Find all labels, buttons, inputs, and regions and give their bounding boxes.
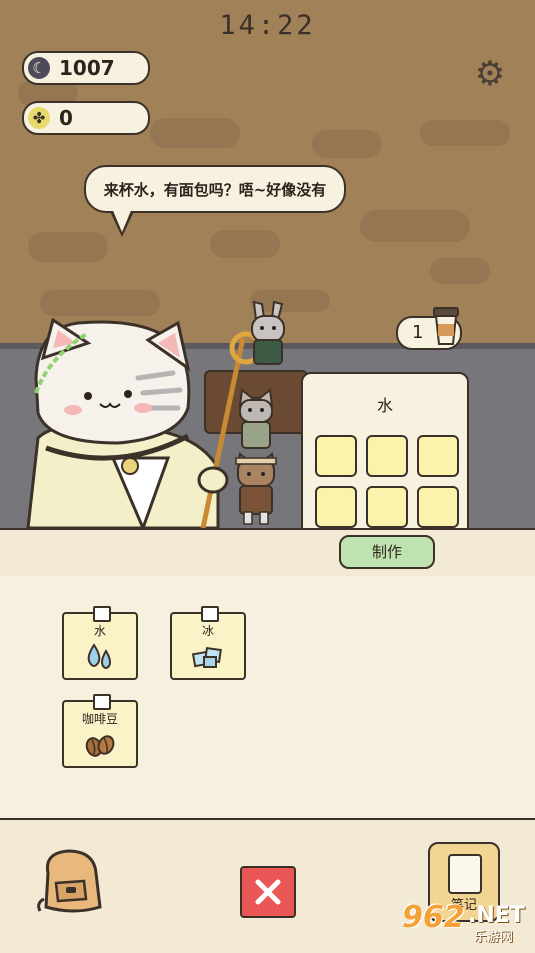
brown-cat-customer-illustration[interactable]	[232, 450, 280, 526]
make-button[interactable]: 制作	[339, 535, 435, 569]
watermark-logo: 962	[402, 900, 465, 935]
ingredient-slot-1[interactable]	[315, 435, 357, 477]
crafting-panel: 水	[301, 372, 469, 548]
moon-coin-counter: ☾ 1007	[22, 51, 150, 85]
close-button[interactable]	[240, 866, 296, 918]
crafting-target-name: 水	[376, 396, 393, 415]
ingredient-slot-6[interactable]	[417, 486, 459, 528]
clover-icon: ✤	[28, 107, 50, 129]
ingredient-panel: 水 冰 咖啡豆	[0, 576, 535, 818]
small-cat-customer-illustration[interactable]	[236, 388, 276, 450]
backpack-icon[interactable]	[34, 843, 108, 917]
moon-coin-value: 1007	[59, 56, 115, 80]
clover-coin-counter: ✤ 0	[22, 101, 150, 135]
status-clock: 14:22	[219, 10, 316, 41]
ingredient-card-ice[interactable]: 冰	[170, 606, 246, 680]
clip-icon	[93, 694, 111, 710]
customer-speech-text: 来杯水，有面包吗？唔~好像没有	[103, 180, 327, 199]
ingredient-label: 咖啡豆	[81, 712, 118, 726]
rabbit-customer-illustration[interactable]	[246, 300, 290, 366]
site-watermark: 962 .NET 乐游网	[396, 900, 528, 945]
clover-coin-value: 0	[59, 106, 73, 130]
counter-shelf	[0, 528, 535, 578]
ice-cubes-icon	[191, 646, 222, 668]
ingredient-slot-5[interactable]	[366, 486, 408, 528]
ingredient-slot-4[interactable]	[315, 486, 357, 528]
order-count: 1	[412, 322, 424, 343]
clip-icon	[93, 606, 111, 622]
coffee-beans-icon	[85, 735, 115, 757]
settings-button[interactable]: ⚙	[470, 54, 510, 94]
ingredient-label: 水	[93, 624, 106, 638]
gear-icon: ⚙	[474, 54, 506, 94]
ingredient-card-water[interactable]: 水	[62, 606, 138, 680]
speech-bubble-tail-fill	[111, 206, 133, 232]
watermark-sub: 乐游网	[474, 930, 514, 945]
ingredient-label: 冰	[201, 624, 214, 638]
water-drops-icon	[87, 643, 111, 669]
close-icon	[255, 879, 281, 905]
ingredient-slot-3[interactable]	[417, 435, 459, 477]
ingredient-card-coffee-beans[interactable]: 咖啡豆	[62, 694, 138, 768]
ingredient-slot-2[interactable]	[366, 435, 408, 477]
notebook-icon	[448, 854, 482, 894]
watermark-suffix: .NET	[468, 903, 525, 928]
coffee-cup-icon	[433, 307, 459, 345]
moon-icon: ☾	[28, 57, 50, 79]
clip-icon	[201, 606, 219, 622]
